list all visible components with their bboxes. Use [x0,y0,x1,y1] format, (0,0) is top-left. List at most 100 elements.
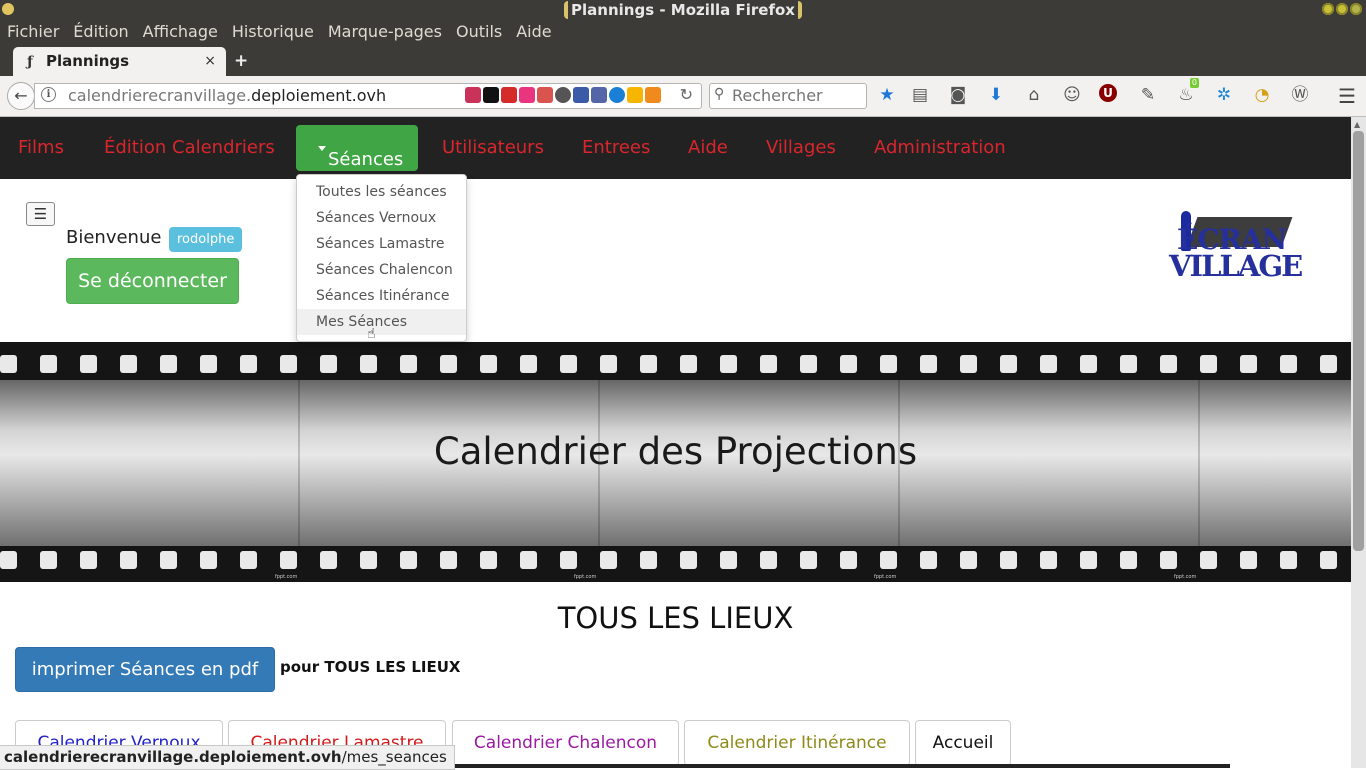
ecran-village-logo[interactable]: ÉCRAN VILLAGE [1167,205,1317,285]
dropdown-item[interactable]: Séances Itinérance [297,283,466,309]
menu-aide[interactable]: Aide [509,20,558,45]
tab-plannings[interactable]: ƒ Plannings × [13,47,226,76]
dropdown-item[interactable]: Séances Vernoux [297,205,466,231]
film-hole [80,551,97,569]
minimize-icon[interactable] [1322,3,1334,15]
seances-dropdown-menu: Toutes les séances Séances Vernoux Séanc… [296,174,467,342]
network-icon[interactable]: ✲ [1213,84,1235,106]
tab-close-icon[interactable]: × [204,53,216,69]
hamburger-menu-icon[interactable]: ☰ [1338,84,1356,108]
film-hole [160,355,177,373]
menu-affichage[interactable]: Affichage [136,20,225,45]
addon-icon[interactable] [627,87,643,103]
color-wheel-icon[interactable]: ◔ [1251,84,1273,106]
addon-icon[interactable] [519,87,535,103]
menu-edition[interactable]: Édition [66,20,135,45]
film-hole [1000,355,1017,373]
nav-seances-dropdown[interactable]: Séances [296,125,418,171]
pdf-scope-text: pour TOUS LES LIEUX [280,658,461,676]
film-hole [1200,355,1217,373]
film-hole [920,355,937,373]
film-hole [320,551,337,569]
film-hole [1120,551,1137,569]
nav-films[interactable]: Films [18,137,64,158]
url-bar[interactable]: i calendrierecranvillage.deploiement.ovh… [34,83,702,109]
url-text[interactable]: calendrierecranvillage.deploiement.ovh [68,86,386,105]
logo-line2: VILLAGE [1169,249,1303,283]
bookmarks-menu-icon[interactable]: ▤ [909,84,931,106]
scroll-up-icon[interactable]: ▲ [1354,120,1360,129]
accueil-button[interactable]: Accueil [915,720,1011,766]
addon-icon[interactable] [483,87,499,103]
nav-villages[interactable]: Villages [766,137,836,158]
home-icon[interactable]: ⌂ [1023,84,1045,106]
calendar-itinerance-button[interactable]: Calendrier Itinérance [684,720,910,766]
menu-historique[interactable]: Historique [225,20,321,45]
banner-credit: fppt.com [574,574,597,580]
pen-icon[interactable]: ✎ [1137,84,1159,106]
menu-marque-pages[interactable]: Marque-pages [321,20,449,45]
wordpress-icon[interactable]: Ⓦ [1289,84,1311,106]
film-hole [480,551,497,569]
film-hole [1040,355,1057,373]
site-info-icon[interactable]: i [41,87,56,102]
php-addon-icon[interactable] [591,87,607,103]
nav-aide[interactable]: Aide [688,137,728,158]
new-tab-button[interactable]: + [234,51,248,71]
banner-title: Calendrier des Projections [433,430,918,473]
logout-button[interactable]: Se déconnecter [66,258,239,304]
close-window-icon[interactable] [1350,3,1362,15]
nav-administration[interactable]: Administration [874,137,1006,158]
film-hole [600,355,617,373]
vertical-scrollbar[interactable]: ▲ [1351,117,1366,768]
site-navbar: Films Édition Calendriers Séances Utilis… [0,117,1351,179]
film-hole [880,551,897,569]
film-hole [200,355,217,373]
calendar-chalencon-button[interactable]: Calendrier Chalencon [452,720,679,766]
window-title-bar: Plannings - Mozilla Firefox [0,0,1366,20]
film-hole [1280,551,1297,569]
maximize-icon[interactable] [1336,3,1348,15]
dropdown-item-mes-seances[interactable]: Mes Séances [297,309,466,335]
reload-icon[interactable]: ↻ [680,85,693,104]
banner-credit: fppt.com [874,574,897,580]
film-hole [520,355,537,373]
nav-utilisateurs[interactable]: Utilisateurs [442,137,544,158]
menu-fichier[interactable]: Fichier [0,20,66,45]
film-hole [640,355,657,373]
film-hole [960,551,977,569]
print-pdf-button[interactable]: imprimer Séances en pdf [15,647,275,692]
chart-addon-icon[interactable] [645,87,661,103]
nav-entrees[interactable]: Entrees [582,137,650,158]
film-hole [800,355,817,373]
film-hole [1000,551,1017,569]
film-hole [1160,355,1177,373]
addon-icon[interactable] [501,87,517,103]
scrollbar-thumb[interactable] [1353,131,1364,551]
ublock-icon[interactable]: U [1099,84,1117,102]
search-bar[interactable]: ⚲ [709,83,867,109]
addon-icon[interactable] [537,87,553,103]
sidebar-toggle-button[interactable]: ☰ [26,202,55,226]
addon-icon[interactable] [573,87,589,103]
dropdown-item[interactable]: Séances Chalencon [297,257,466,283]
extension-icon[interactable]: ♨ 0 [1175,78,1199,106]
nav-edition-calendriers[interactable]: Édition Calendriers [104,137,275,158]
wordpress-addon-icon[interactable] [555,87,571,103]
chat-icon[interactable]: ☺ [1061,84,1083,106]
bookmark-star-icon[interactable]: ★ [876,84,898,106]
pocket-icon[interactable]: ◙ [947,84,969,106]
dropdown-item[interactable]: Toutes les séances [297,179,466,205]
power-addon-icon[interactable] [609,87,625,103]
film-hole [1080,355,1097,373]
film-hole [360,355,377,373]
film-hole [1160,551,1177,569]
menu-outils[interactable]: Outils [449,20,509,45]
search-input[interactable] [732,85,860,105]
download-icon[interactable]: ⬇ [985,84,1007,106]
back-button[interactable]: ← [7,82,35,110]
addon-icon[interactable] [465,87,481,103]
film-hole [80,355,97,373]
film-hole [1240,551,1257,569]
dropdown-item[interactable]: Séances Lamastre [297,231,466,257]
